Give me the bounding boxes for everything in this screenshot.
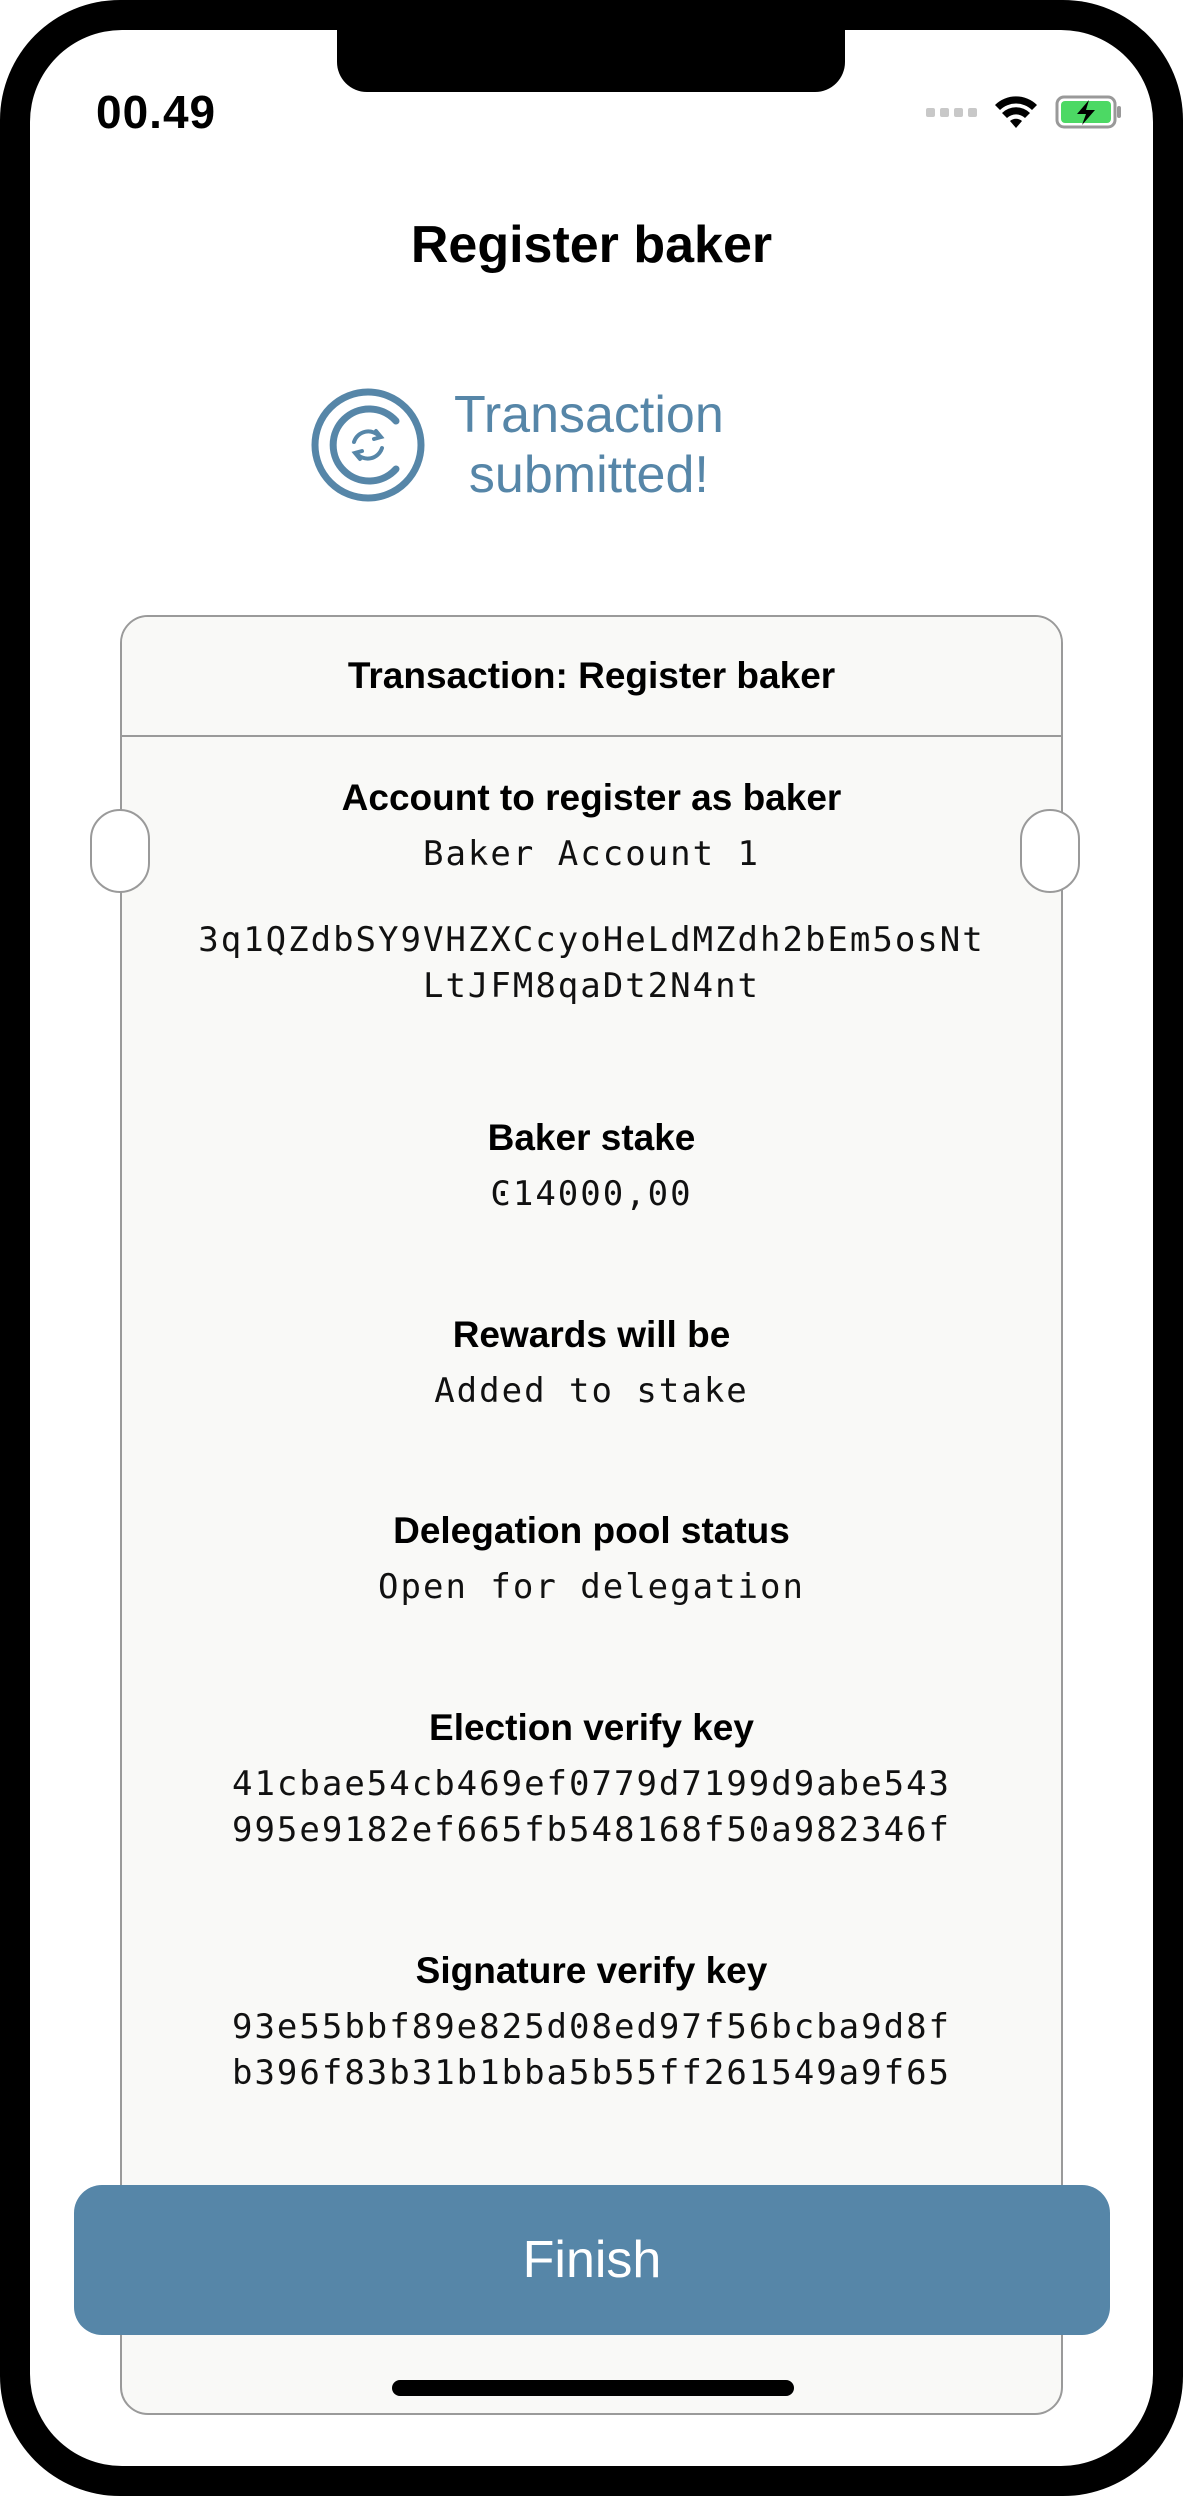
screen: 00.49 Register baker Transaction submitt… <box>30 30 1153 2466</box>
election-key-label: Election verify key <box>429 1707 754 1748</box>
rewards-field: Rewards will be Added to stake <box>122 1314 1061 1414</box>
pool-status-field: Delegation pool status Open for delegati… <box>122 1510 1061 1610</box>
device-notch <box>337 30 845 92</box>
concordium-pending-icon <box>311 388 425 502</box>
stake-label: Baker stake <box>487 1117 696 1158</box>
device-frame: 00.49 Register baker Transaction submitt… <box>0 0 1183 2496</box>
signature-key-field: Signature verify key 93e55bbf89e825d08ed… <box>122 1950 1061 2096</box>
pool-status-value: Open for delegation <box>378 1567 805 1607</box>
signature-key-line-2: b396f83b31b1bba5b55ff261549a9f65 <box>231 2053 952 2093</box>
election-key-field: Election verify key 41cbae54cb469ef0779d… <box>122 1707 1061 1853</box>
status-time: 00.49 <box>96 86 217 138</box>
receipt-title: Transaction: Register baker <box>122 617 1061 737</box>
signature-key-label: Signature verify key <box>415 1950 768 1991</box>
transaction-receipt: Transaction: Register baker Account to r… <box>120 615 1063 2415</box>
home-indicator[interactable] <box>392 2380 794 2396</box>
election-key-line-2: 995e9182ef665fb548168f50a982346f <box>231 1810 952 1850</box>
stake-field: Baker stake Ͼ14000,00 <box>122 1117 1061 1217</box>
battery-charging-icon <box>1055 95 1121 129</box>
status-line-1: Transaction <box>454 386 724 444</box>
wifi-icon <box>995 96 1037 128</box>
submission-status: Transaction submitted! <box>310 370 724 520</box>
account-label: Account to register as baker <box>341 777 842 818</box>
account-address-line-1: 3q1QZdbSY9VHZXCcyoHeLdMZdh2bEm5osNt <box>198 920 985 960</box>
account-field: Account to register as baker Baker Accou… <box>122 777 1061 1009</box>
receipt-notch-left <box>90 809 150 893</box>
cellular-signal-icon <box>926 107 977 117</box>
receipt-notch-right <box>1020 809 1080 893</box>
status-line-2: submitted! <box>468 446 709 504</box>
pool-status-label: Delegation pool status <box>393 1510 790 1551</box>
finish-button[interactable]: Finish <box>74 2185 1110 2335</box>
status-icons <box>926 92 1123 132</box>
submission-status-text: Transaction submitted! <box>454 385 724 505</box>
signature-key-line-1: 93e55bbf89e825d08ed97f56bcba9d8f <box>231 2007 952 2047</box>
rewards-value: Added to stake <box>434 1371 749 1411</box>
account-name: Baker Account 1 <box>422 834 761 874</box>
account-address-line-2: LtJFM8qaDt2N4nt <box>422 966 761 1006</box>
election-key-line-1: 41cbae54cb469ef0779d7199d9abe543 <box>231 1764 952 1804</box>
stake-value: Ͼ14000,00 <box>490 1174 693 1214</box>
page-title: Register baker <box>410 216 773 274</box>
rewards-label: Rewards will be <box>452 1314 731 1355</box>
